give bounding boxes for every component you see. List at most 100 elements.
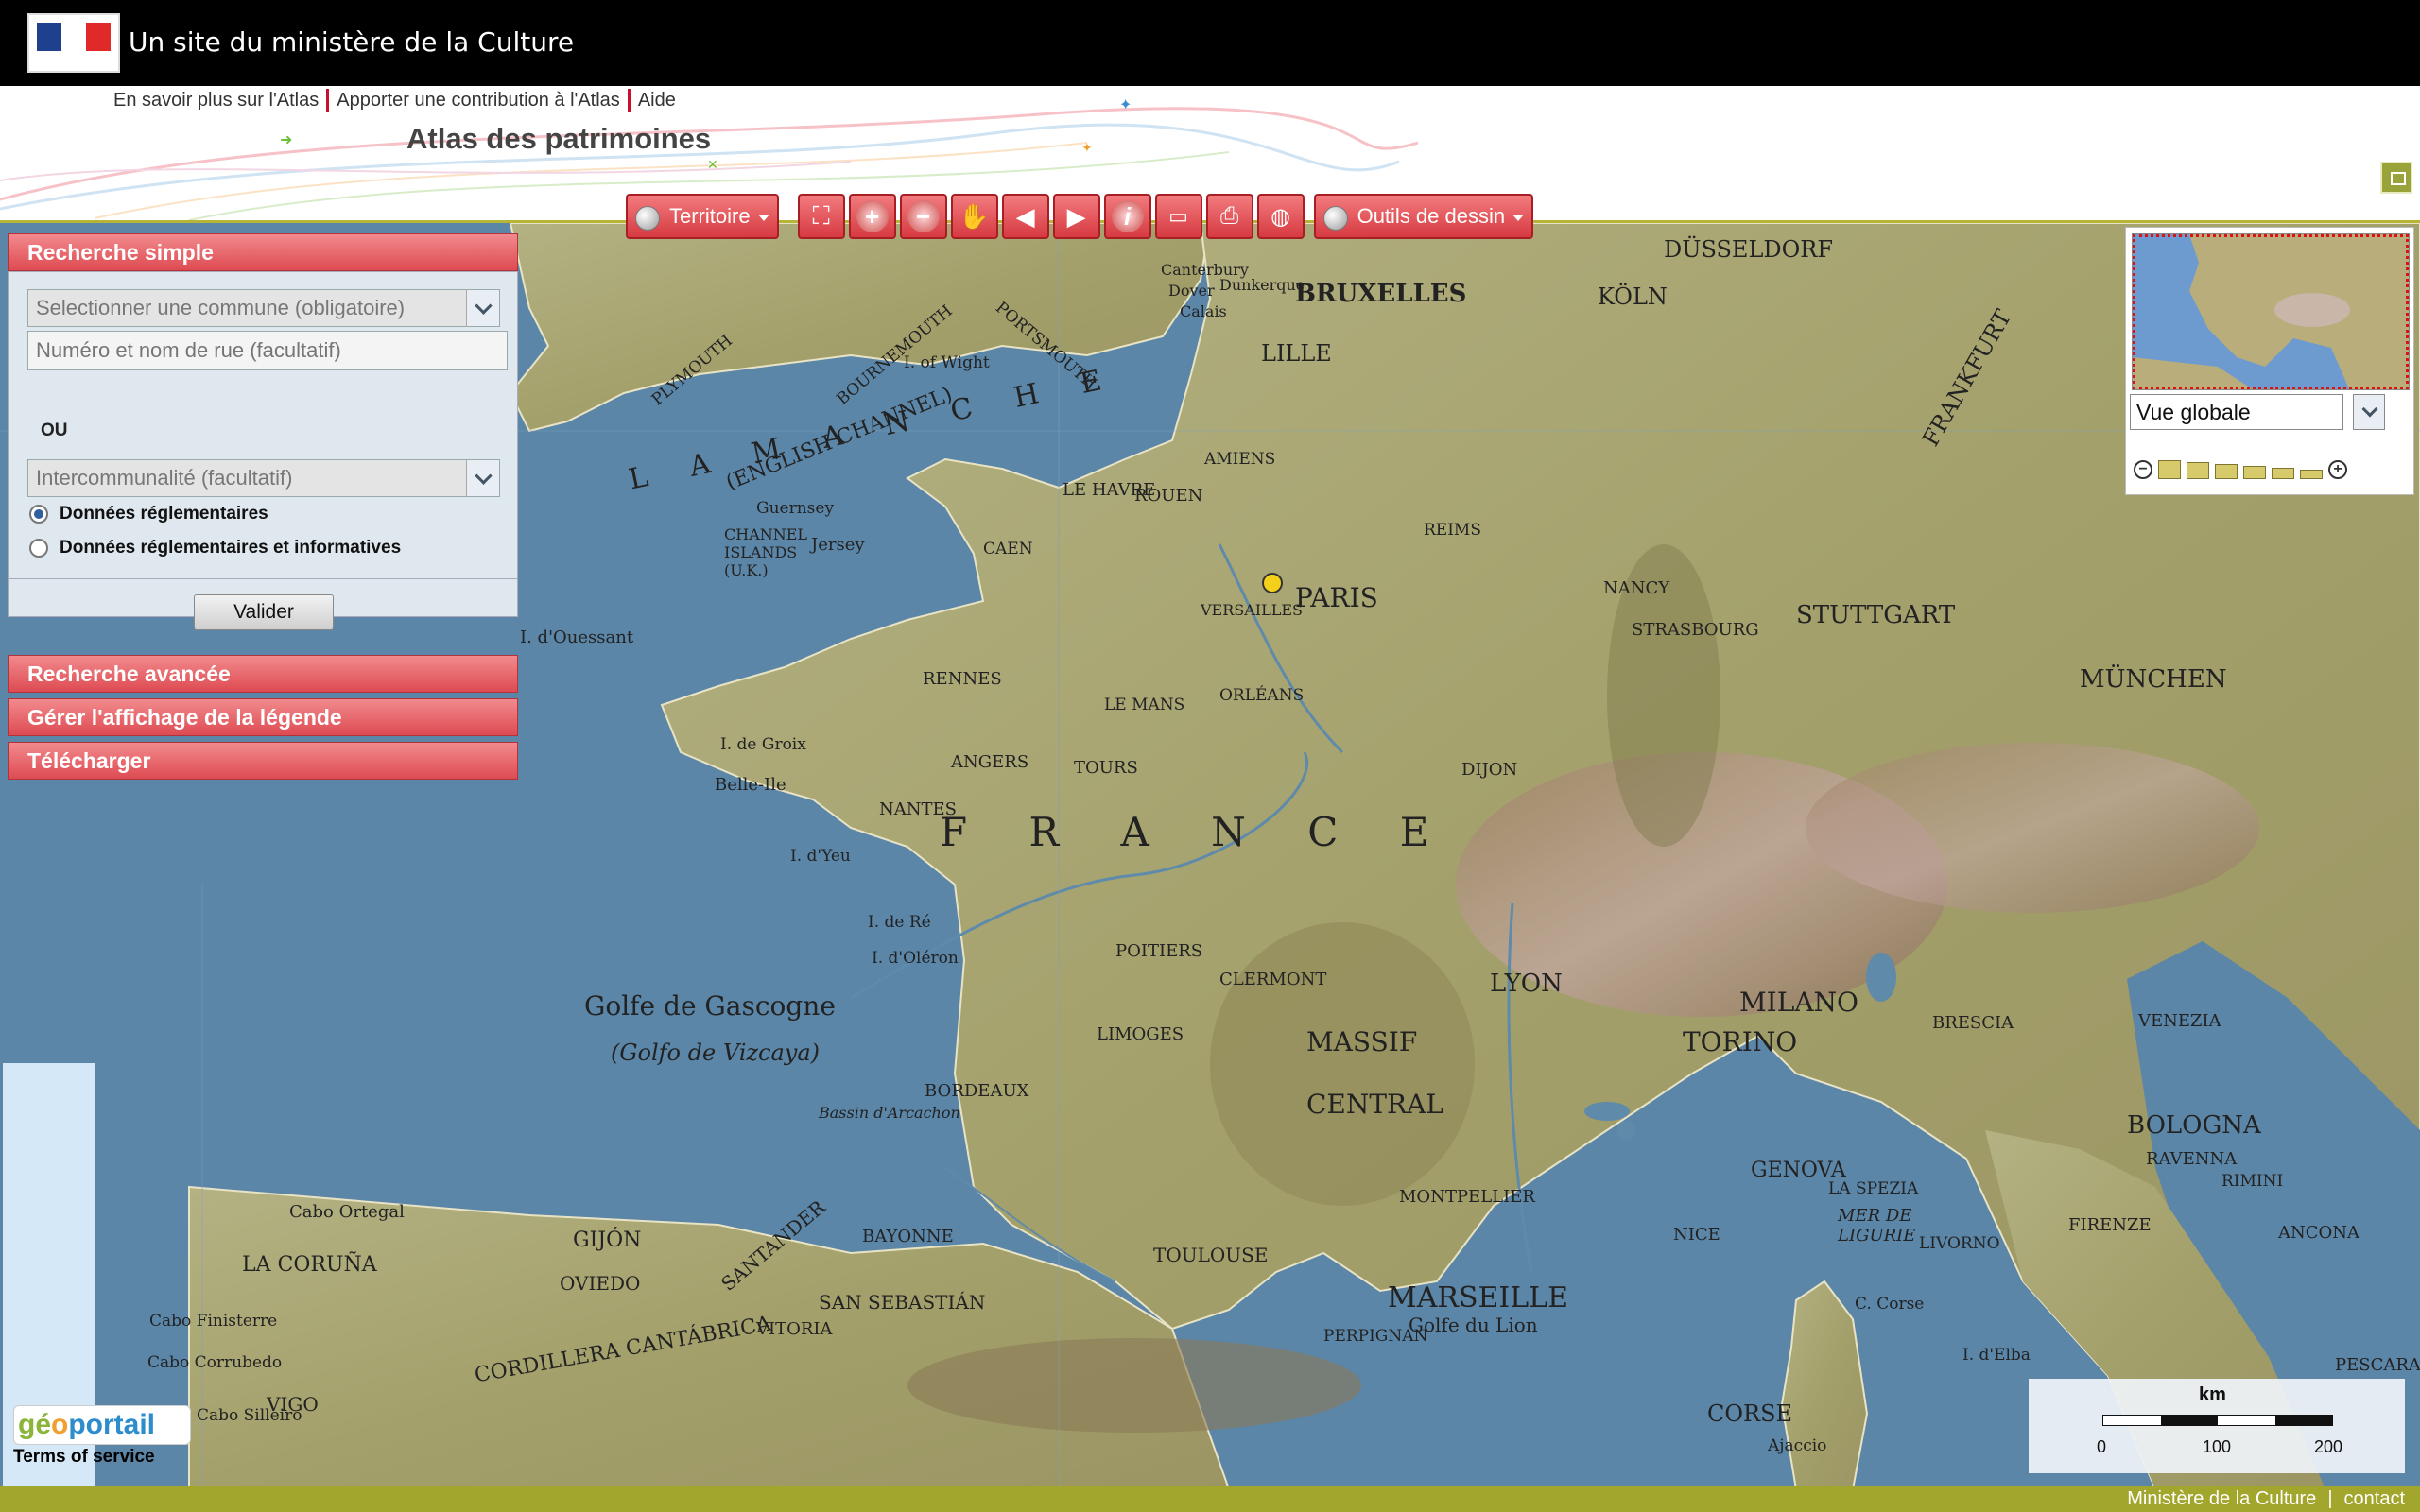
- geoportail-logo[interactable]: gé o portail: [13, 1405, 191, 1445]
- radio-regulatory-data[interactable]: Données réglementaires: [29, 504, 268, 524]
- map-label-milano: MILANO: [1739, 987, 1858, 1018]
- scale-graduation: [2102, 1415, 2333, 1426]
- svg-text:✦: ✦: [1081, 140, 1093, 155]
- previous-view-button[interactable]: ◀: [1001, 194, 1049, 239]
- overview-map-panel: Vue globale − +: [2125, 227, 2414, 495]
- info-button[interactable]: i: [1103, 194, 1151, 239]
- map-label-limoges: LIMOGES: [1097, 1024, 1184, 1044]
- map-label-paris: PARIS: [1295, 582, 1378, 613]
- next-view-button[interactable]: ▶: [1052, 194, 1100, 239]
- footer-ministry-link[interactable]: Ministère de la Culture: [2127, 1488, 2316, 1510]
- svg-text:✦: ✦: [1119, 97, 1132, 113]
- map-label-torino: TORINO: [1683, 1026, 1798, 1057]
- map-label-golfe-gascogne: Golfe de Gascogne: [584, 990, 836, 1022]
- scale-bar: km 0 100 200: [2029, 1379, 2405, 1473]
- link-contribute[interactable]: Apporter une contribution à l'Atlas: [329, 90, 628, 112]
- validate-button[interactable]: Valider: [194, 594, 334, 630]
- map-label-clermont: CLERMONT: [1219, 970, 1327, 989]
- footer-separator: |: [2327, 1487, 2333, 1509]
- full-extent-button[interactable]: ⛶: [797, 194, 845, 239]
- map-label-tours: TOURS: [1074, 758, 1138, 778]
- zoom-level-2[interactable]: [2187, 462, 2209, 479]
- globe-icon: [1322, 206, 1348, 231]
- header-links: En savoir plus sur l'Atlas Apporter une …: [113, 88, 683, 112]
- zoom-level-3[interactable]: [2215, 464, 2238, 479]
- scale-label-0: 0: [2097, 1437, 2107, 1456]
- terms-of-service-link[interactable]: Terms of service: [13, 1447, 155, 1468]
- map-label-rennes: RENNES: [923, 669, 1002, 689]
- fullscreen-icon[interactable]: [2380, 162, 2412, 194]
- map-toolbar: Territoire ⛶ + − ✋ ◀ ▶ i ▭ ⎙ ◍ Outils de…: [626, 194, 1548, 239]
- street-input[interactable]: [27, 331, 508, 370]
- drawing-tools-dropdown[interactable]: Outils de dessin: [1313, 194, 1534, 239]
- print-button[interactable]: ⎙: [1205, 194, 1253, 239]
- radio-button[interactable]: [29, 539, 48, 558]
- commune-combobox[interactable]: Selectionner une commune (obligatoire): [27, 289, 500, 327]
- measure-button[interactable]: ▭: [1154, 194, 1202, 239]
- or-label: OU: [41, 421, 68, 440]
- accordion-simple-search[interactable]: Recherche simple: [8, 233, 518, 271]
- territoire-label: Territoire: [669, 204, 751, 228]
- pan-button[interactable]: ✋: [950, 194, 998, 239]
- map-label-ile-de-groix: I. de Groix: [720, 735, 806, 754]
- map-label-rimini: RIMINI: [2221, 1172, 2284, 1191]
- map-label-nancy: NANCY: [1603, 578, 1670, 598]
- radio-regulatory-informative-data[interactable]: Données réglementaires et informatives: [29, 538, 401, 558]
- intercommunalite-combobox[interactable]: Intercommunalité (facultatif): [27, 459, 500, 497]
- map-label-perpignan: PERPIGNAN: [1323, 1327, 1428, 1346]
- map-label-corse: CORSE: [1707, 1400, 1793, 1427]
- map-label-ile-de-re: I. de Ré: [868, 913, 931, 932]
- pan-hand-icon: ✋: [959, 201, 990, 231]
- map-label-munchen: MÜNCHEN: [2080, 665, 2227, 694]
- map-label-guernsey: Guernsey: [756, 499, 835, 518]
- zoom-level-slider[interactable]: − +: [2134, 451, 2347, 479]
- zoom-level-5[interactable]: [2272, 468, 2294, 479]
- map-label-dijon: DIJON: [1461, 760, 1518, 780]
- map-label-jersey: Jersey: [811, 535, 865, 555]
- layers-button[interactable]: ◍: [1256, 194, 1305, 239]
- zoom-in-icon[interactable]: +: [2328, 460, 2347, 479]
- link-about-atlas[interactable]: En savoir plus sur l'Atlas: [113, 90, 326, 112]
- link-help[interactable]: Aide: [631, 90, 683, 112]
- map-label-le-havre: LE HAVRE: [1063, 480, 1156, 500]
- map-label-reims: REIMS: [1424, 521, 1481, 540]
- map-label-caen: CAEN: [983, 540, 1033, 558]
- accordion-legend[interactable]: Gérer l'affichage de la légende: [8, 698, 518, 736]
- map-label-koln: KÖLN: [1598, 284, 1668, 310]
- intercommunalite-combobox-text[interactable]: Intercommunalité (facultatif): [28, 460, 467, 496]
- chevron-down-icon[interactable]: [467, 460, 499, 496]
- map-label-poitiers: POITIERS: [1115, 941, 1203, 961]
- map-label-bassin-arcachon: Bassin d'Arcachon: [819, 1104, 960, 1122]
- map-label-gijon: GIJÓN: [573, 1228, 642, 1252]
- zoom-level-4[interactable]: [2243, 466, 2266, 479]
- zoom-level-1[interactable]: [2158, 460, 2181, 479]
- map-label-france: F R A N C E: [940, 809, 1454, 855]
- zoom-level-6[interactable]: [2300, 470, 2323, 479]
- radio-button-selected[interactable]: [29, 505, 48, 524]
- map-label-amiens: AMIENS: [1204, 450, 1276, 469]
- map-label-massif: MASSIF: [1306, 1026, 1418, 1057]
- map-label-angers: ANGERS: [951, 752, 1029, 772]
- radio-regulatory-informative-label: Données réglementaires et informatives: [60, 538, 402, 558]
- ministry-site-label[interactable]: Un site du ministère de la Culture: [129, 26, 574, 58]
- accordion-advanced-search[interactable]: Recherche avancée: [8, 655, 518, 693]
- scale-label-100: 100: [2203, 1437, 2232, 1456]
- view-select[interactable]: Vue globale: [2130, 394, 2343, 430]
- map-label-toulouse: TOULOUSE: [1153, 1244, 1269, 1266]
- overview-map[interactable]: [2132, 233, 2410, 390]
- map-label-ajaccio: Ajaccio: [1768, 1436, 1827, 1455]
- chevron-down-icon[interactable]: [2353, 394, 2385, 430]
- map-label-san-sebastian: SAN SEBASTIÁN: [819, 1291, 986, 1314]
- footer-contact-link[interactable]: contact: [2344, 1488, 2405, 1510]
- territoire-dropdown[interactable]: Territoire: [626, 194, 779, 239]
- overview-extent-box[interactable]: [2133, 234, 2409, 389]
- zoom-in-button[interactable]: +: [848, 194, 896, 239]
- zoom-out-icon[interactable]: −: [2134, 460, 2152, 479]
- map-label-nice: NICE: [1673, 1225, 1720, 1245]
- chevron-down-icon[interactable]: [467, 290, 499, 326]
- map-label-la-spezia: LA SPEZIA: [1828, 1179, 1919, 1198]
- commune-combobox-text[interactable]: Selectionner une commune (obligatoire): [28, 290, 467, 326]
- zoom-out-button[interactable]: −: [899, 194, 947, 239]
- marianne-logo[interactable]: [27, 13, 120, 73]
- accordion-download[interactable]: Télécharger: [8, 742, 518, 780]
